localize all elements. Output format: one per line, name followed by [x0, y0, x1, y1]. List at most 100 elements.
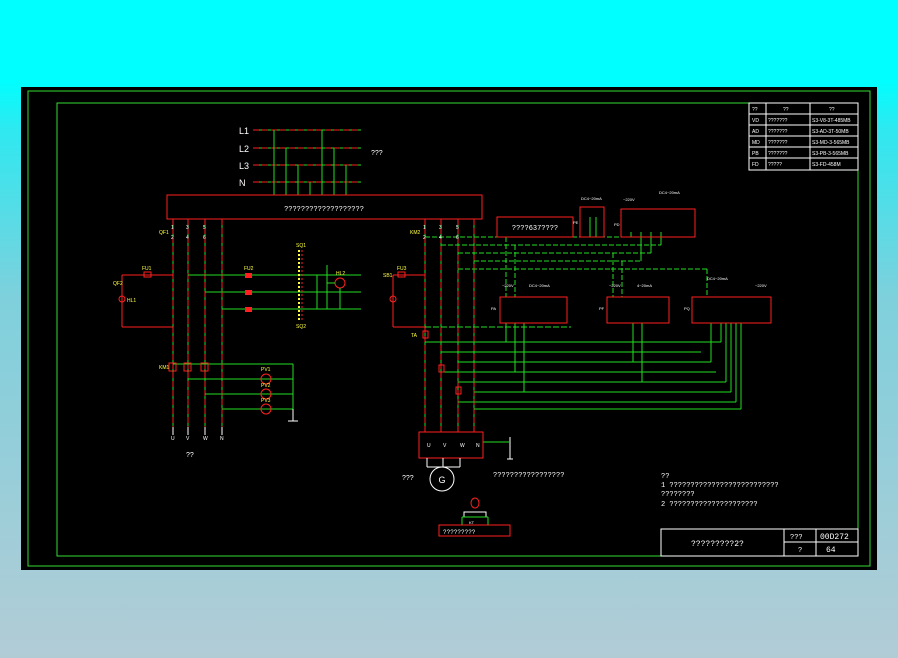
drawing-sheet: L1 L2 L3 N ??? ??????????????????? QF1 1… — [21, 87, 877, 570]
left-term-n: N — [220, 436, 224, 442]
ref-pv3: PV3 — [261, 398, 271, 404]
top-right-ac: ~220V — [623, 197, 635, 202]
top-small-device — [579, 206, 605, 238]
ref-qf1: QF1 — [159, 230, 169, 236]
sensor-mount — [463, 511, 487, 518]
ref-ta: TA — [411, 333, 418, 339]
pm3-ac: ~220V — [755, 283, 767, 288]
notes-item-1b: ???????? — [661, 491, 695, 499]
top-right-ref: PD — [614, 222, 620, 227]
top-box-label: ??????????????????? — [284, 206, 364, 214]
motor-term-u: U — [427, 443, 431, 449]
ref-qf2: QF2 — [113, 281, 123, 287]
table-r2-c2: S3-MD-3-565MB — [812, 140, 850, 146]
motor-label: ??? — [402, 475, 414, 482]
power-bus — [253, 129, 361, 195]
notes-item-2: 2 ????????????????????? — [661, 501, 758, 509]
power-label: ??? — [371, 150, 383, 157]
panel-meter-2 — [606, 296, 670, 324]
sensor-box-label: ????????? — [443, 529, 476, 536]
ref-sq2: SQ2 — [296, 324, 306, 330]
term-5-right: 5 — [456, 225, 459, 231]
left-bottom-label: ?? — [186, 452, 194, 459]
title-block-sheet: 64 — [826, 546, 836, 555]
device-table — [748, 102, 859, 171]
term-4-left: 4 — [186, 235, 189, 241]
sensor-element — [470, 497, 480, 509]
ref-pv1: PV1 — [261, 367, 271, 373]
notes-item-1: 1 ?????????????????????????? — [661, 482, 779, 490]
motor-term-w: W — [460, 443, 465, 449]
ref-fu2: FU2 — [244, 266, 254, 272]
table-r0-c1: ??????? — [768, 118, 788, 124]
panel-meter-3 — [691, 296, 772, 324]
ref-kt: KT — [469, 520, 475, 525]
term-1-right: 1 — [423, 225, 426, 231]
pm2-ac: ~220V — [609, 283, 621, 288]
left-feeder-wiring — [118, 219, 361, 435]
table-r3-c2: S3-PB-3-565MB — [812, 151, 849, 157]
ref-sb1: SB1 — [383, 273, 393, 279]
term-5-left: 5 — [203, 225, 206, 231]
pm2-ref: PF — [599, 306, 605, 311]
mid-box-label: ????637???? — [512, 225, 558, 233]
ref-hl2: HL2 — [336, 271, 345, 277]
pm3-dc: DC4~20mA — [707, 276, 728, 281]
title-block-label2: ? — [798, 547, 802, 555]
table-r1-c0: AD — [752, 129, 759, 135]
ref-km2: KM2 — [410, 230, 421, 236]
term-3-left: 3 — [186, 225, 189, 231]
term-3-right: 3 — [439, 225, 442, 231]
top-small-dc: DC4~20mA — [581, 196, 602, 201]
pm2-dc: 4~20mA — [637, 283, 652, 288]
left-term-u: U — [171, 436, 175, 442]
top-right-dc: DC4~20mA — [659, 190, 680, 195]
table-r1-c1: ??????? — [768, 129, 788, 135]
pm1-ac: ~220V — [502, 283, 514, 288]
table-r2-c0: MD — [752, 140, 760, 146]
table-header-0: ?? — [752, 107, 758, 113]
table-r3-c0: PB — [752, 151, 759, 157]
ref-hl1: HL1 — [127, 298, 136, 304]
top-right-device — [620, 208, 696, 238]
bus-label-l3: L3 — [239, 161, 249, 171]
term-2-right: 2 — [423, 235, 426, 241]
ref-fu3: FU3 — [397, 266, 407, 272]
motor-term-n: N — [476, 443, 480, 449]
table-r3-c1: ??????? — [768, 151, 788, 157]
table-r1-c2: S3-AD-3T-50MB — [812, 129, 849, 135]
motor-symbol: G — [438, 475, 445, 485]
right-feeder-wiring — [389, 217, 742, 460]
term-6-left: 6 — [203, 235, 206, 241]
bus-label-n: N — [239, 178, 246, 188]
table-header-2: ?? — [829, 107, 835, 113]
term-1-left: 1 — [171, 225, 174, 231]
bus-label-l1: L1 — [239, 126, 249, 136]
ref-km1: KM1 — [159, 365, 170, 371]
term-6-right: 6 — [456, 235, 459, 241]
term-2-left: 2 — [171, 235, 174, 241]
top-small-ref: PE — [573, 220, 579, 225]
pm3-ref: PQ — [684, 306, 690, 311]
notes-title: ?? — [661, 473, 669, 481]
pm1-ref: PA — [491, 306, 496, 311]
motor-terminals-label: ????????????????? — [493, 472, 564, 480]
table-r4-c2: S3-FD-458M — [812, 162, 841, 168]
ref-pv2: PV2 — [261, 383, 271, 389]
table-r0-c2: S3-V8-3T-485MB — [812, 118, 851, 124]
table-r0-c0: VD — [752, 118, 759, 124]
title-block-label1: ??? — [790, 534, 803, 542]
left-term-w: W — [203, 436, 208, 442]
left-term-v: V — [186, 436, 190, 442]
table-r4-c0: FD — [752, 162, 759, 168]
motor-term-v: V — [443, 443, 447, 449]
title-block-name: ?????????2? — [691, 540, 744, 549]
schematic-canvas: L1 L2 L3 N ??? ??????????????????? QF1 1… — [27, 90, 871, 567]
term-4-right: 4 — [439, 235, 442, 241]
table-header-1: ?? — [783, 107, 789, 113]
ref-sq1: SQ1 — [296, 243, 306, 249]
pm1-dc: DC4~20mA — [529, 283, 550, 288]
bus-label-l2: L2 — [239, 144, 249, 154]
ref-fu1: FU1 — [142, 266, 152, 272]
panel-meter-1 — [499, 296, 568, 324]
